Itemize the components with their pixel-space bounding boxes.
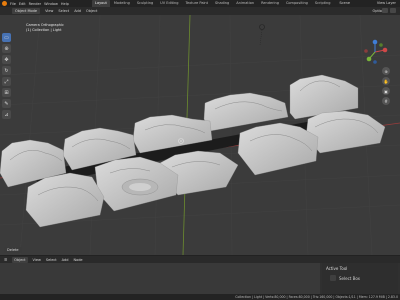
gizmo-y-icon bbox=[366, 56, 372, 62]
menu-object[interactable]: Object bbox=[86, 9, 97, 13]
tab-animation[interactable]: Animation bbox=[233, 0, 257, 7]
tab-shading[interactable]: Shading bbox=[212, 0, 232, 7]
select-box-tool-icon[interactable]: ▭ bbox=[2, 33, 11, 42]
menu-node[interactable]: Node bbox=[73, 258, 82, 262]
menu-select-2[interactable]: Select bbox=[46, 258, 57, 262]
scene-statistics: Collection | Light | Verts:80,000 | Face… bbox=[235, 295, 398, 299]
node-editor-area[interactable] bbox=[0, 263, 320, 294]
tab-rendering[interactable]: Rendering bbox=[258, 0, 282, 7]
tool-shelf: ▭ ⊕ ✥ ↻ ⤢ ⊞ ✎ ⊿ bbox=[2, 33, 12, 119]
select-box-icon bbox=[330, 275, 336, 281]
select-box-label: Select Box bbox=[339, 275, 361, 281]
wireframe-shading-icon[interactable] bbox=[382, 8, 388, 13]
last-operator-panel[interactable]: Delete bbox=[4, 247, 22, 253]
navigation-controls: ⊕ ✋ ▣ # bbox=[382, 67, 390, 105]
scene-selector[interactable]: Scene bbox=[339, 1, 350, 5]
zoom-icon[interactable]: ⊕ bbox=[382, 67, 390, 75]
measure-tool-icon[interactable]: ⊿ bbox=[2, 110, 11, 119]
workspace-tabs: Layout Modeling Sculpting UV Editing Tex… bbox=[92, 0, 334, 7]
menu-select[interactable]: Select bbox=[58, 9, 69, 13]
camera-view-icon[interactable]: ▣ bbox=[382, 87, 390, 95]
menu-render[interactable]: Render bbox=[29, 2, 41, 6]
cursor-tool-icon[interactable]: ⊕ bbox=[2, 44, 11, 53]
status-bar: Collection | Light | Verts:80,000 | Face… bbox=[0, 294, 400, 300]
grid-toggle-icon[interactable]: # bbox=[382, 97, 390, 105]
move-tool-icon[interactable]: ✥ bbox=[2, 55, 11, 64]
rotate-tool-icon[interactable]: ↻ bbox=[2, 66, 11, 75]
timeline-mode-dropdown[interactable]: Object bbox=[12, 256, 28, 263]
crater-center bbox=[129, 183, 151, 191]
select-box-option[interactable]: Select Box bbox=[330, 275, 398, 281]
tab-compositing[interactable]: Compositing bbox=[283, 0, 311, 7]
blender-logo-icon[interactable] bbox=[2, 1, 7, 6]
editor-type-icon[interactable]: ☰ bbox=[4, 258, 7, 262]
menu-help[interactable]: Help bbox=[61, 2, 69, 6]
viewport-canvas bbox=[0, 15, 400, 255]
menu-add-2[interactable]: Add bbox=[62, 258, 69, 262]
menu-file[interactable]: File bbox=[10, 2, 16, 6]
navigation-gizmo[interactable] bbox=[362, 39, 388, 65]
light-object[interactable] bbox=[259, 24, 265, 46]
3d-cursor-center bbox=[180, 140, 182, 142]
collection-info-label: (1) Collection | Light bbox=[26, 28, 62, 32]
tab-modeling[interactable]: Modeling bbox=[111, 0, 133, 7]
annotate-tool-icon[interactable]: ✎ bbox=[2, 99, 11, 108]
transform-tool-icon[interactable]: ⊞ bbox=[2, 88, 11, 97]
3d-viewport[interactable]: Camera Orthographic (1) Collection | Lig… bbox=[0, 15, 400, 255]
tab-scripting[interactable]: Scripting bbox=[312, 0, 334, 7]
scale-tool-icon[interactable]: ⤢ bbox=[2, 77, 11, 86]
gizmo-z-icon bbox=[372, 39, 378, 45]
active-tool-panel: Active Tool Select Box bbox=[322, 263, 398, 294]
active-tool-title: Active Tool bbox=[326, 266, 348, 271]
top-bar: File Edit Render Window Help Layout Mode… bbox=[0, 0, 400, 7]
menu-window[interactable]: Window bbox=[44, 2, 58, 6]
menu-view-2[interactable]: View bbox=[33, 258, 41, 262]
menu-add[interactable]: Add bbox=[74, 9, 81, 13]
terrain-tile bbox=[305, 110, 386, 154]
gizmo-x-icon bbox=[382, 47, 388, 53]
tab-sculpting[interactable]: Sculpting bbox=[134, 0, 156, 7]
pan-hand-icon[interactable]: ✋ bbox=[382, 77, 390, 85]
menu-view[interactable]: View bbox=[45, 9, 53, 13]
menu-edit[interactable]: Edit bbox=[19, 2, 26, 6]
timeline-header: ☰ Object View Select Add Node bbox=[0, 255, 400, 263]
terrain-tile bbox=[237, 122, 319, 176]
tab-layout[interactable]: Layout bbox=[92, 0, 110, 7]
view-layer-selector[interactable]: View Layer bbox=[377, 1, 396, 5]
solid-shading-icon[interactable] bbox=[390, 8, 396, 13]
viewport-header: Object Mode View Select Add Object Optio… bbox=[0, 7, 400, 15]
main-menu: File Edit Render Window Help bbox=[2, 0, 69, 7]
tab-texture-paint[interactable]: Texture Paint bbox=[182, 0, 211, 7]
shading-buttons bbox=[382, 8, 396, 13]
object-mode-dropdown[interactable]: Object Mode bbox=[12, 8, 41, 14]
tab-uv-editing[interactable]: UV Editing bbox=[157, 0, 181, 7]
viewport-info: Camera Orthographic (1) Collection | Lig… bbox=[26, 23, 64, 33]
